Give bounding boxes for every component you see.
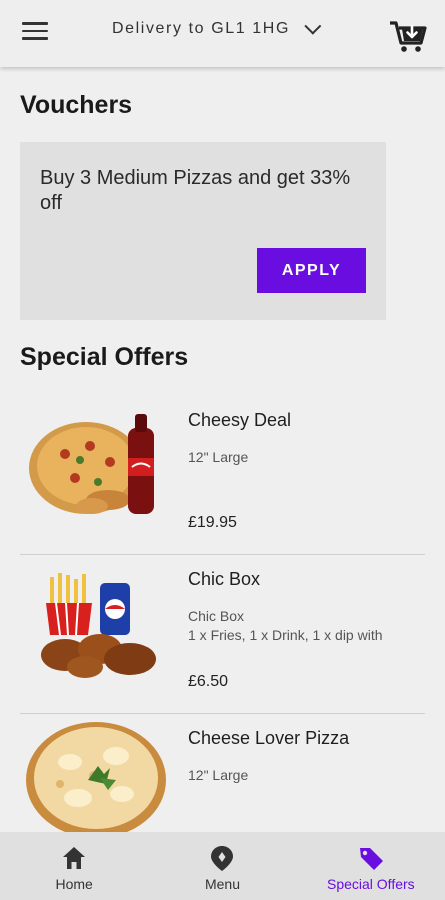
main-content: Vouchers Buy 3 Medium Pizzas and get 33%…	[0, 67, 445, 832]
offer-price: £19.95	[188, 514, 237, 531]
delivery-location-label: Delivery to GL1 1HG	[112, 20, 291, 37]
offer-name: Cheese Lover Pizza	[188, 728, 350, 748]
nav-item-special-offers[interactable]: Special Offers	[297, 832, 445, 900]
vouchers-heading: Vouchers	[20, 91, 133, 119]
nav-item-label: Home	[55, 876, 93, 892]
nav-item-menu[interactable]: Menu	[148, 832, 296, 900]
cheesy-deal-image	[29, 414, 154, 514]
offer-price: £6.50	[188, 673, 229, 690]
tag-icon	[359, 848, 383, 870]
delivery-location-selector[interactable]: Delivery to GL1 1HG	[112, 17, 322, 38]
voucher-card: Buy 3 Medium Pizzas and get 33% off APPL…	[20, 142, 386, 320]
apply-voucher-button[interactable]: APPLY	[257, 248, 366, 293]
voucher-description: Buy 3 Medium Pizzas and get 33% off	[40, 167, 351, 214]
bottom-navigation: Home Menu Special Offers	[0, 832, 445, 900]
offer-description: Chic Box 1 x Fries, 1 x Drink, 1 x dip w…	[188, 608, 383, 643]
offer-item[interactable]: Cheese Lover Pizza 12" Large	[20, 714, 425, 832]
top-app-bar: Delivery to GL1 1HG	[0, 0, 445, 67]
nav-item-label: Special Offers	[326, 876, 415, 892]
offer-item[interactable]: Cheesy Deal 12" Large £19.95	[20, 396, 425, 555]
home-icon	[63, 847, 86, 869]
offer-description: 12" Large	[188, 449, 249, 465]
chic-box-image	[41, 573, 156, 678]
special-offers-heading: Special Offers	[20, 343, 189, 371]
map-pin-icon	[211, 846, 234, 871]
chevron-down-icon	[304, 17, 322, 35]
cheese-lover-pizza-image	[26, 722, 166, 832]
offer-name: Cheesy Deal	[188, 410, 292, 430]
hamburger-menu-icon[interactable]	[22, 22, 48, 44]
offer-name: Chic Box	[188, 569, 261, 589]
nav-item-home[interactable]: Home	[0, 832, 148, 900]
cart-icon[interactable]	[388, 16, 428, 56]
offer-item[interactable]: Chic Box Chic Box 1 x Fries, 1 x Drink, …	[20, 555, 425, 714]
offer-description: 12" Large	[188, 767, 249, 783]
nav-item-label: Menu	[204, 876, 240, 892]
